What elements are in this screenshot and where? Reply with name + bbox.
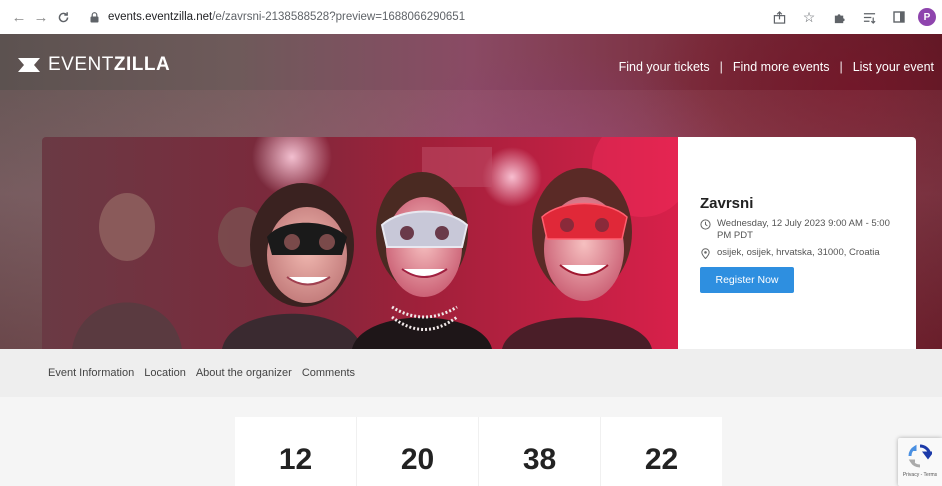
event-photo — [42, 137, 678, 349]
countdown-box: 12 20 38 22 — [235, 417, 722, 486]
bookmark-star-icon[interactable]: ☆ — [798, 6, 820, 28]
event-datetime: Wednesday, 12 July 2023 9:00 AM - 5:00 P… — [717, 218, 890, 241]
url-host: events.eventzilla.net — [108, 11, 213, 23]
site-header: EVENTZILLA Find your tickets | Find more… — [0, 34, 942, 92]
countdown-cell: 20 — [357, 417, 479, 486]
countdown-cell: 38 — [479, 417, 601, 486]
forward-arrow-icon[interactable]: → — [30, 6, 52, 28]
url-path: /e/zavrsni-2138588528?preview=1688066290… — [212, 11, 466, 23]
countdown-cell: 12 — [235, 417, 357, 486]
reload-icon[interactable] — [52, 6, 74, 28]
event-subnav: Event Information Location About the org… — [0, 349, 942, 397]
nav-separator: | — [719, 60, 723, 74]
eventzilla-logo[interactable]: EVENTZILLA — [18, 54, 170, 76]
countdown-value: 20 — [400, 443, 435, 476]
nav-find-more-events[interactable]: Find more events — [733, 60, 830, 74]
clock-icon — [700, 219, 711, 230]
side-panel-icon[interactable] — [888, 6, 910, 28]
event-title: Zavrsni — [700, 195, 754, 212]
logo-text: EVENTZILLA — [48, 54, 171, 75]
logo-mark-icon — [18, 58, 40, 72]
event-location: osijek, osijek, hrvatska, 31000, Croatia — [717, 247, 880, 258]
countdown-value: 12 — [278, 443, 313, 476]
top-nav: Find your tickets | Find more events | L… — [619, 60, 934, 74]
extensions-puzzle-icon[interactable] — [828, 6, 850, 28]
subnav-event-information[interactable]: Event Information — [48, 367, 134, 379]
countdown-value: 22 — [644, 443, 679, 476]
back-arrow-icon[interactable]: ← — [8, 6, 30, 28]
nav-find-tickets[interactable]: Find your tickets — [619, 60, 710, 74]
register-now-button[interactable]: Register Now — [700, 267, 794, 293]
nav-list-event[interactable]: List your event — [853, 60, 934, 74]
recaptcha-icon — [908, 444, 932, 468]
countdown-cell: 22 — [601, 417, 722, 486]
address-bar[interactable]: events.eventzilla.net/e/zavrsni-21385885… — [84, 6, 608, 28]
recaptcha-badge[interactable]: Privacy - Terms — [898, 438, 942, 486]
profile-avatar[interactable]: P — [918, 8, 936, 26]
location-pin-icon — [701, 248, 710, 259]
countdown-section: 12 20 38 22 — [0, 397, 942, 486]
subnav-about-organizer[interactable]: About the organizer — [196, 367, 292, 379]
share-icon[interactable] — [768, 6, 790, 28]
event-location-row: osijek, osijek, hrvatska, 31000, Croatia — [700, 247, 894, 259]
recaptcha-privacy-terms[interactable]: Privacy - Terms — [903, 472, 937, 478]
event-info-card: Zavrsni Wednesday, 12 July 2023 9:00 AM … — [678, 137, 916, 349]
browser-toolbar: ← → events.eventzilla.net/e/zavrsni-2138… — [0, 0, 942, 34]
subnav-comments[interactable]: Comments — [302, 367, 355, 379]
lock-icon — [86, 9, 102, 25]
countdown-value: 38 — [522, 443, 557, 476]
event-datetime-row: Wednesday, 12 July 2023 9:00 AM - 5:00 P… — [700, 218, 894, 242]
nav-separator: | — [839, 60, 843, 74]
subnav-location[interactable]: Location — [144, 367, 186, 379]
reading-list-icon[interactable] — [858, 6, 880, 28]
